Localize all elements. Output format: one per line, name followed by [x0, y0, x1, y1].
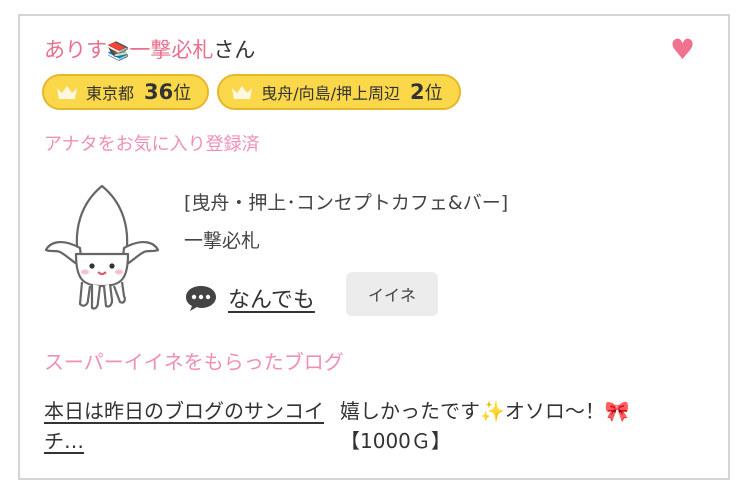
cast-comment: なんでも	[184, 282, 315, 314]
rank-number: 2	[410, 80, 425, 104]
heart-icon[interactable]: ♥	[670, 36, 695, 64]
honorific: さん	[213, 38, 256, 62]
rank-suffix: 位	[424, 83, 443, 104]
blog-title-link[interactable]: 本日は昨日のブログのサンコイチ…	[44, 396, 334, 456]
rank-area: 曳舟/向島/押上周辺	[261, 84, 401, 103]
cast-name-part2: 一撃必札	[129, 38, 214, 62]
books-icon: 📚	[107, 41, 130, 62]
rank-badge-local[interactable]: 曳舟/向島/押上周辺 2 位	[217, 74, 461, 110]
cast-name[interactable]: ありす📚一撃必札さん	[44, 34, 255, 64]
rank-number: 36	[144, 80, 174, 104]
rank-badge-tokyo[interactable]: 東京都 36 位	[42, 74, 210, 110]
crown-icon	[57, 86, 77, 99]
iine-button[interactable]: イイネ	[346, 272, 438, 316]
cast-card: ありす📚一撃必札さん ♥ 東京都 36 位 曳舟/向島/押上周辺 2 位 アナタ…	[18, 14, 730, 480]
cast-name-part1: ありす	[44, 38, 107, 62]
rank-badges: 東京都 36 位 曳舟/向島/押上周辺 2 位	[42, 74, 461, 110]
blog-comment: 嬉しかったです✨オソロ〜！🎀【1000Ｇ】	[340, 399, 630, 453]
super-iine-heading: スーパーイイネをもらったブログ	[44, 350, 344, 374]
rank-area: 東京都	[86, 84, 135, 103]
comment-link[interactable]: なんでも	[228, 282, 315, 314]
shop-name[interactable]: 一撃必札	[184, 226, 260, 253]
rank-suffix: 位	[173, 83, 192, 104]
crown-icon	[232, 86, 253, 99]
favorite-status: アナタをお気に入り登録済	[44, 134, 260, 155]
squid-avatar-icon[interactable]	[42, 182, 162, 312]
speech-bubble-icon	[186, 286, 216, 311]
shop-category: [曳舟・押上･コンセプトカフェ&バー]	[184, 192, 509, 214]
